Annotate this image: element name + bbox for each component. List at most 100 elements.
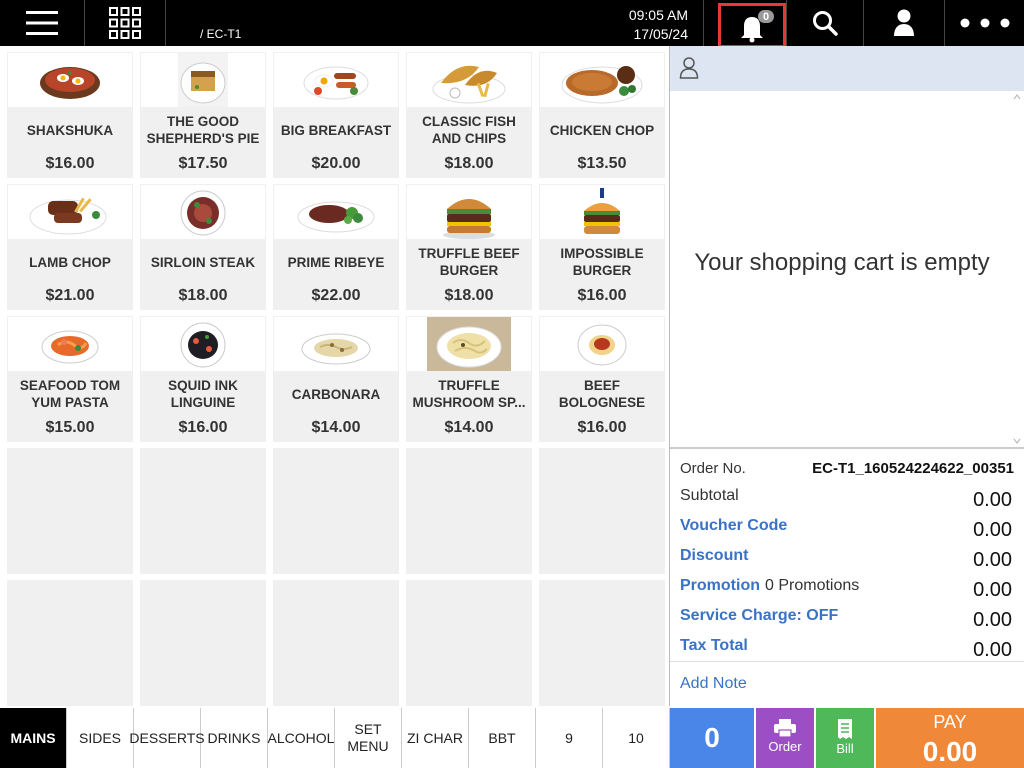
product-tile[interactable]: CARBONARA $14.00: [273, 316, 399, 442]
product-grid: SHAKSHUKA $16.00 THE GOOD SHEPHERD'S PIE $1…: [0, 46, 668, 706]
product-price: $16.00: [577, 419, 627, 436]
category-tab[interactable]: DRINKS: [201, 708, 268, 768]
product-image: [141, 317, 265, 371]
service-charge-row: Service Charge: OFF 0.00: [670, 603, 1024, 633]
scrollbar[interactable]: [1012, 91, 1022, 447]
pos-app: / EC-T1 09:05 AM 17/05/24 0 SHAKSHUKA $1…: [0, 0, 1024, 768]
time-text: 09:05 AM: [628, 7, 688, 23]
discount-link[interactable]: Discount: [680, 547, 748, 565]
product-price: $18.00: [444, 287, 494, 304]
category-tab[interactable]: SIDES: [67, 708, 134, 768]
item-count-button[interactable]: 0: [670, 708, 754, 768]
product-name: CHICKEN CHOP: [549, 122, 655, 138]
user-button[interactable]: [864, 0, 944, 46]
product-price: $16.00: [45, 155, 95, 172]
receipt-icon: [838, 719, 852, 739]
voucher-code-link[interactable]: Voucher Code: [680, 517, 787, 535]
search-button[interactable]: [787, 0, 863, 46]
order-number-label: Order No.: [680, 460, 746, 477]
cart-panel: Your shopping cart is empty Order No. EC…: [669, 46, 1024, 706]
category-tab[interactable]: SET MENU: [335, 708, 402, 768]
pay-label: PAY: [933, 712, 967, 732]
empty-tile: [7, 448, 133, 574]
empty-tile: [7, 580, 133, 706]
pay-amount: 0.00: [922, 736, 978, 767]
tax-total-value: 0.00: [973, 639, 1012, 661]
discount-value: 0.00: [973, 549, 1012, 571]
product-tile[interactable]: CLASSIC FISH AND CHIPS $18.00: [406, 52, 532, 178]
category-tab[interactable]: DESSERTS: [129, 708, 205, 768]
product-name: BEEF BOLOGNESE: [558, 378, 646, 410]
more-dots-icon: [960, 18, 1009, 28]
grid-icon: [109, 7, 141, 39]
notifications-button[interactable]: 0: [718, 3, 786, 49]
tax-row: Tax Total 0.00: [670, 633, 1024, 663]
subtotal-value: 0.00: [973, 489, 1012, 511]
discount-row: Discount 0.00: [670, 543, 1024, 573]
service-charge-link[interactable]: Service Charge: OFF: [680, 607, 838, 625]
bell-icon: 0: [741, 10, 774, 43]
subtotal-row: Subtotal 0.00: [670, 483, 1024, 513]
empty-tile: [140, 580, 266, 706]
empty-tile: [140, 448, 266, 574]
product-tile[interactable]: IMPOSSIBLE BURGER $16.00: [539, 184, 665, 310]
product-price: $20.00: [311, 155, 361, 172]
category-tab[interactable]: 9: [536, 708, 603, 768]
product-tile[interactable]: THE GOOD SHEPHERD'S PIE $17.50: [140, 52, 266, 178]
category-tab[interactable]: ALCOHOL: [268, 708, 335, 768]
product-tile[interactable]: SIRLOIN STEAK $18.00: [140, 184, 266, 310]
promotion-link[interactable]: Promotion: [680, 577, 760, 595]
cart-header: [670, 46, 1024, 91]
order-button[interactable]: Order: [756, 708, 814, 768]
product-tile[interactable]: SHAKSHUKA $16.00: [7, 52, 133, 178]
voucher-value: 0.00: [973, 519, 1012, 541]
product-tile[interactable]: TRUFFLE MUSHROOM SP... $14.00: [406, 316, 532, 442]
tax-total-link[interactable]: Tax Total: [680, 637, 748, 655]
cart-items[interactable]: Your shopping cart is empty: [670, 91, 1024, 447]
product-tile[interactable]: PRIME RIBEYE $22.00: [273, 184, 399, 310]
product-image: [274, 53, 398, 107]
product-image: [141, 53, 265, 107]
category-tab[interactable]: BBT: [469, 708, 536, 768]
pay-button[interactable]: PAY 0.00: [876, 708, 1024, 768]
category-tab[interactable]: 10: [603, 708, 670, 768]
order-summary: Order No. EC-T1_160524224622_00351 Subto…: [670, 457, 1024, 663]
product-tile[interactable]: SEAFOOD TOM YUM PASTA $15.00: [7, 316, 133, 442]
product-image: [540, 185, 664, 239]
product-price: $21.00: [45, 287, 95, 304]
product-tile[interactable]: CHICKEN CHOP $13.50: [539, 52, 665, 178]
order-number-row: Order No. EC-T1_160524224622_00351: [670, 457, 1024, 483]
bill-button[interactable]: Bill: [816, 708, 874, 768]
empty-tile: [406, 580, 532, 706]
product-tile[interactable]: SQUID INK LINGUINE $16.00: [140, 316, 266, 442]
order-number-value: EC-T1_160524224622_00351: [812, 460, 1014, 477]
more-button[interactable]: [945, 0, 1024, 46]
product-price: $14.00: [444, 419, 494, 436]
product-price: $18.00: [178, 287, 228, 304]
clock: 09:05 AM 17/05/24: [600, 6, 688, 44]
bill-button-label: Bill: [836, 741, 854, 756]
hamburger-icon: [26, 11, 58, 35]
voucher-row: Voucher Code 0.00: [670, 513, 1024, 543]
customer-icon[interactable]: [679, 57, 699, 79]
menu-button[interactable]: [0, 0, 84, 46]
promotion-count: 0 Promotions: [765, 577, 860, 594]
product-price: $14.00: [311, 419, 361, 436]
product-name: CLASSIC FISH AND CHIPS: [422, 114, 516, 146]
product-tile[interactable]: BIG BREAKFAST $20.00: [273, 52, 399, 178]
product-name: CARBONARA: [291, 386, 381, 402]
product-tile[interactable]: BEEF BOLOGNESE $16.00: [539, 316, 665, 442]
product-name: SEAFOOD TOM YUM PASTA: [19, 378, 121, 410]
empty-tile: [273, 448, 399, 574]
category-tab[interactable]: MAINS: [0, 708, 67, 768]
product-tile[interactable]: LAMB CHOP $21.00: [7, 184, 133, 310]
product-name: TRUFFLE MUSHROOM SP...: [412, 378, 526, 410]
product-price: $16.00: [178, 419, 228, 436]
product-tile[interactable]: TRUFFLE BEEF BURGER $18.00: [406, 184, 532, 310]
subtotal-label: Subtotal: [680, 487, 739, 504]
divider: [670, 447, 1024, 449]
add-note-link[interactable]: Add Note: [680, 675, 747, 693]
category-tab[interactable]: ZI CHAR: [402, 708, 469, 768]
grid-view-button[interactable]: [85, 0, 165, 46]
table-label: / EC-T1: [200, 27, 242, 41]
